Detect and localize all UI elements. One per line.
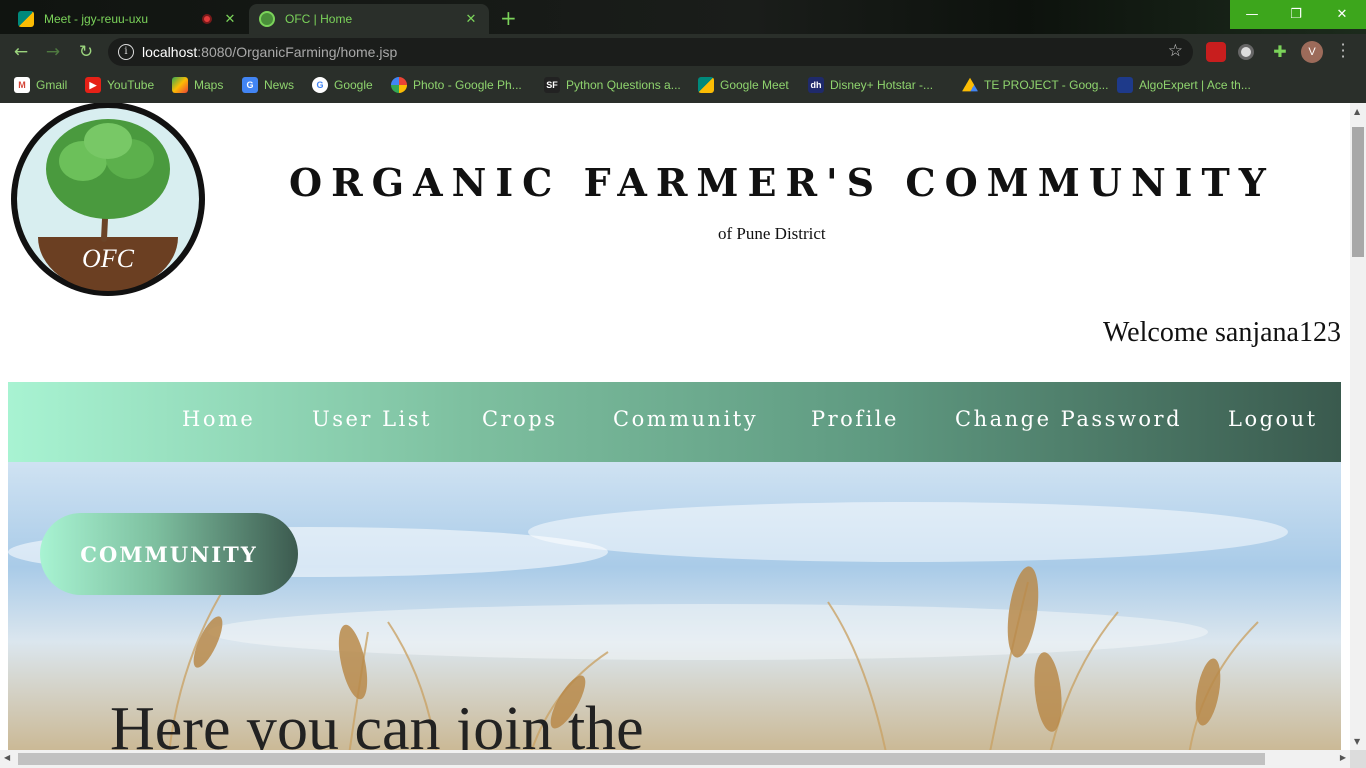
news-icon: G	[242, 77, 258, 93]
tab-ofc-home[interactable]: OFC | Home ✕	[249, 4, 489, 34]
nav-community[interactable]: Community	[613, 407, 758, 431]
site-subtitle: of Pune District	[718, 224, 826, 243]
tab-title: Meet - jgy-reuu-uxu	[44, 12, 149, 26]
bookmarks-bar: M Gmail ▶ YouTube Maps G News G Google P…	[0, 70, 1366, 100]
horizontal-scroll-thumb[interactable]	[18, 753, 1265, 765]
bookmark-label: Maps	[194, 78, 224, 92]
hero-banner: COMMUNITY Here you can join the	[8, 462, 1341, 750]
horizontal-scrollbar[interactable]: ◀ ▶	[0, 750, 1350, 768]
bookmark-label: Photo - Google Ph...	[413, 78, 522, 92]
bookmark-google-meet[interactable]: Google Meet	[698, 76, 789, 94]
globe-icon	[259, 11, 275, 27]
bookmark-google[interactable]: G Google	[312, 76, 373, 94]
nav-user-list[interactable]: User List	[312, 407, 432, 431]
record-extension-icon[interactable]	[1238, 44, 1254, 60]
hero-heading: Here you can join the	[110, 695, 644, 750]
scroll-right-icon[interactable]: ▶	[1340, 753, 1346, 762]
browser-menu-icon[interactable]: · · ·	[1338, 37, 1348, 65]
drive-icon	[962, 77, 978, 92]
bookmark-label: News	[264, 78, 295, 92]
bookmark-youtube[interactable]: ▶ YouTube	[85, 76, 154, 94]
bookmark-photos[interactable]: Photo - Google Ph...	[391, 76, 522, 94]
photos-icon	[391, 77, 407, 93]
close-tab-icon[interactable]: ✕	[463, 12, 479, 27]
tab-strip: Meet - jgy-reuu-uxu ✕ OFC | Home ✕ + — ❐…	[0, 0, 1366, 34]
browser-toolbar: ← → ↻ i localhost:8080/OrganicFarming/ho…	[0, 34, 1366, 70]
scrollbar-corner	[1350, 750, 1366, 768]
tab-meet[interactable]: Meet - jgy-reuu-uxu ✕	[8, 4, 248, 34]
bookmark-label: Google	[334, 78, 373, 92]
reload-icon[interactable]: ↻	[75, 42, 97, 62]
bookmark-label: TE PROJECT - Goog...	[984, 78, 1109, 92]
new-tab-button[interactable]: +	[500, 6, 517, 30]
forward-arrow-icon[interactable]: →	[42, 42, 64, 62]
bookmark-algoexpert[interactable]: AlgoExpert | Ace th...	[1117, 76, 1251, 94]
bookmark-news[interactable]: G News	[242, 76, 294, 94]
bookmark-label: Python Questions a...	[566, 78, 681, 92]
bookmark-hotstar[interactable]: dh Disney+ Hotstar -...	[808, 76, 933, 94]
youtube-icon: ▶	[85, 77, 101, 93]
ofc-logo: OFC	[11, 103, 205, 296]
site-info-icon[interactable]: i	[118, 44, 134, 60]
scroll-left-icon[interactable]: ◀	[4, 753, 10, 762]
site-title: ORGANIC FARMER'S COMMUNITY	[289, 160, 1275, 205]
bookmark-star-icon[interactable]: ☆	[1168, 41, 1183, 61]
extensions-puzzle-icon[interactable]: ✚	[1270, 42, 1290, 62]
scroll-up-icon[interactable]: ▲	[1354, 107, 1360, 116]
welcome-message: Welcome sanjana123	[1103, 317, 1341, 348]
maps-icon	[172, 77, 188, 93]
main-navbar: Home User List Crops Community Profile C…	[8, 382, 1341, 462]
google-icon: G	[312, 77, 328, 93]
close-window-button[interactable]: ✕	[1318, 0, 1366, 29]
google-meet-icon	[18, 11, 34, 27]
logo-text: OFC	[82, 244, 135, 273]
bookmark-maps[interactable]: Maps	[172, 76, 223, 94]
url-host: localhost	[142, 44, 198, 60]
community-button[interactable]: COMMUNITY	[40, 513, 298, 595]
pdf-extension-icon[interactable]	[1206, 42, 1226, 62]
web-page: OFC ORGANIC FARMER'S COMMUNITY of Pune D…	[0, 103, 1350, 750]
profile-avatar[interactable]: V	[1301, 41, 1323, 63]
nav-change-password[interactable]: Change Password	[955, 407, 1182, 431]
bookmark-label: YouTube	[107, 78, 155, 92]
bookmark-python-questions[interactable]: SF Python Questions a...	[544, 76, 681, 94]
nav-crops[interactable]: Crops	[482, 407, 557, 431]
address-bar[interactable]: i localhost:8080/OrganicFarming/home.jsp…	[108, 38, 1193, 66]
scroll-down-icon[interactable]: ▼	[1354, 737, 1360, 746]
bookmark-label: AlgoExpert | Ace th...	[1139, 78, 1251, 92]
recording-icon	[202, 14, 212, 24]
bookmark-label: Google Meet	[720, 78, 789, 92]
bookmark-te-project[interactable]: TE PROJECT - Goog...	[962, 76, 1108, 94]
algoexpert-icon	[1117, 77, 1133, 93]
minimize-button[interactable]: —	[1230, 0, 1274, 29]
vertical-scrollbar[interactable]: ▲ ▼	[1350, 103, 1366, 750]
bookmark-gmail[interactable]: M Gmail	[14, 76, 67, 94]
hotstar-icon: dh	[808, 77, 824, 93]
url-path: :8080/OrganicFarming/home.jsp	[197, 44, 398, 60]
back-arrow-icon[interactable]: ←	[10, 42, 32, 62]
gmail-icon: M	[14, 77, 30, 93]
bookmark-label: Gmail	[36, 78, 68, 92]
google-meet-icon	[698, 77, 714, 93]
bookmark-label: Disney+ Hotstar -...	[830, 78, 934, 92]
close-tab-icon[interactable]: ✕	[222, 12, 238, 27]
vertical-scroll-thumb[interactable]	[1352, 127, 1364, 257]
nav-logout[interactable]: Logout	[1228, 407, 1318, 431]
nav-home[interactable]: Home	[182, 407, 255, 431]
tab-title: OFC | Home	[285, 12, 353, 26]
restore-button[interactable]: ❐	[1274, 0, 1318, 29]
sf-icon: SF	[544, 77, 560, 93]
nav-profile[interactable]: Profile	[811, 407, 899, 431]
